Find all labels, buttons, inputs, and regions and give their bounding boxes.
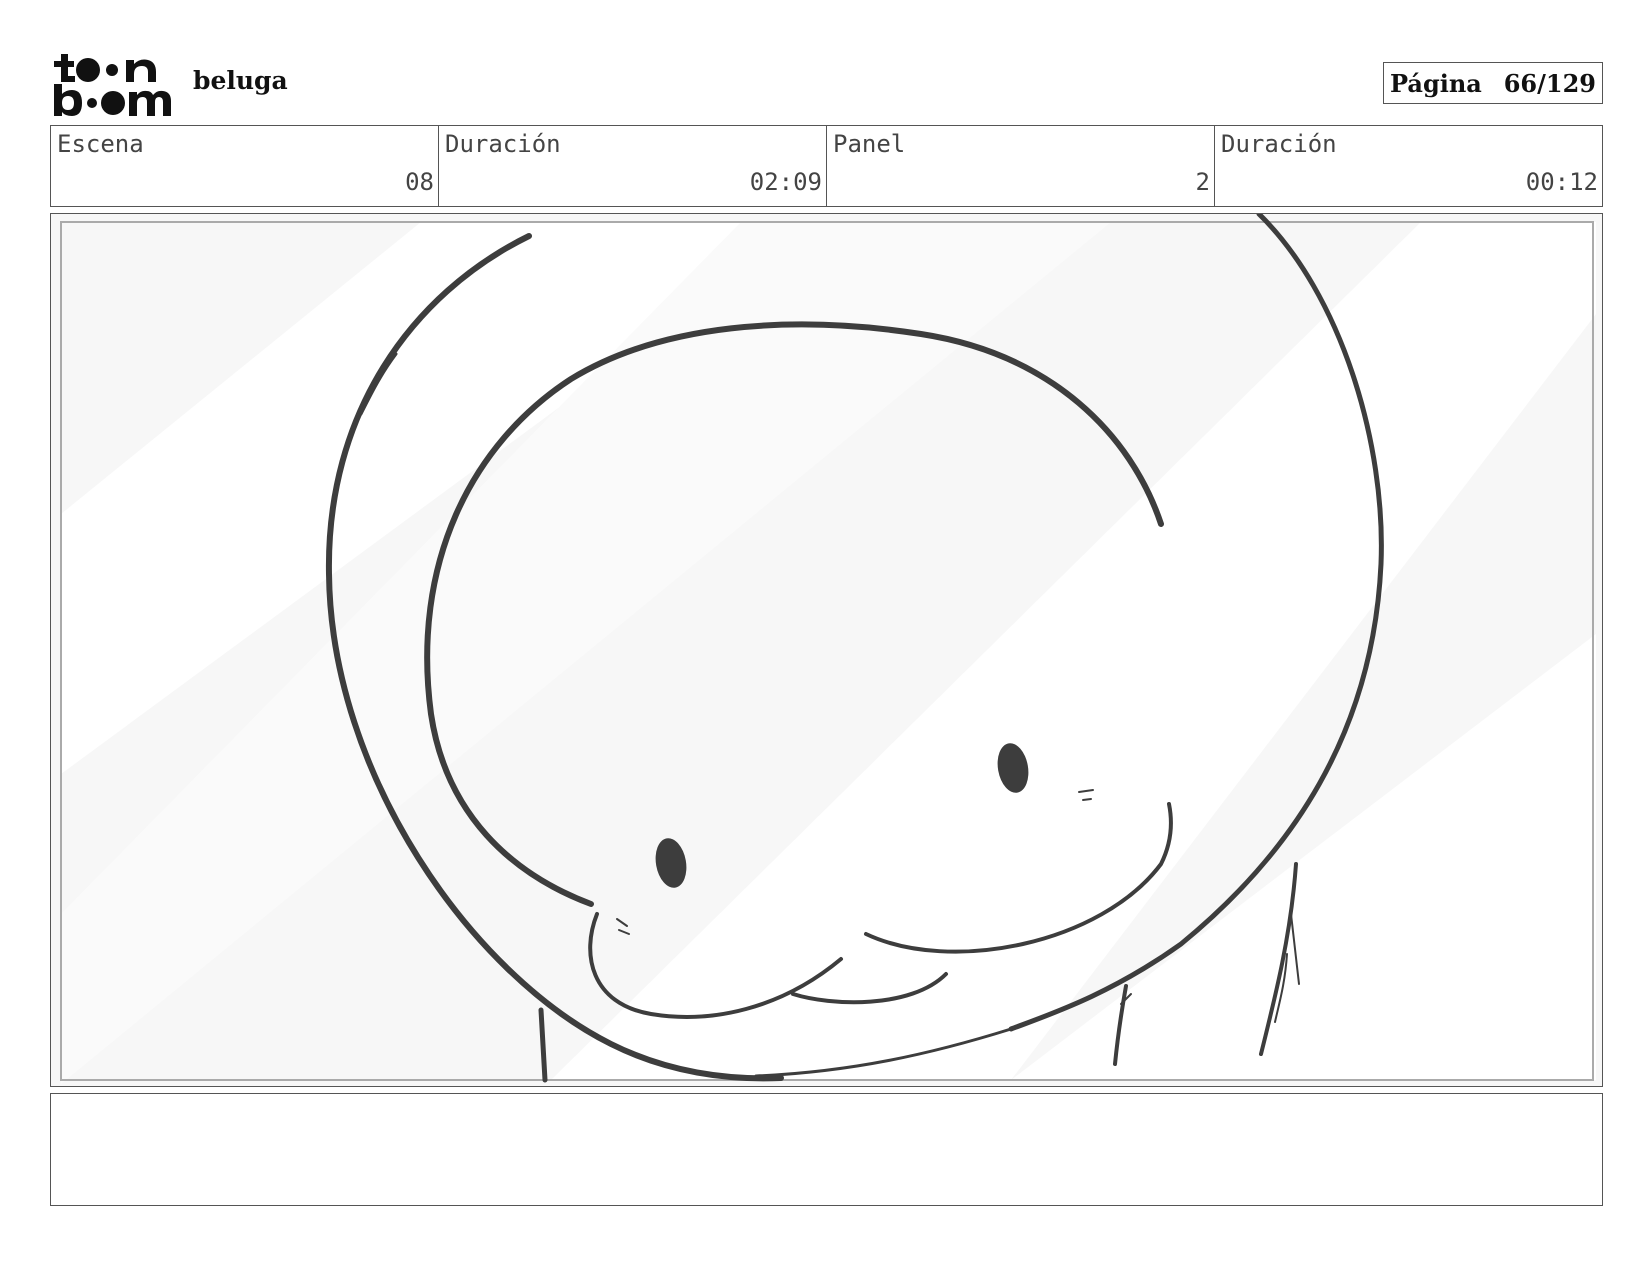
page-indicator: Página 66/129 <box>1383 62 1603 104</box>
scene-duration-cell: Duración 02:09 <box>439 126 827 206</box>
panel-info-row: Escena 08 Duración 02:09 Panel 2 Duració… <box>50 125 1603 207</box>
beluga-sketch <box>51 214 1602 1086</box>
panel-duration-label: Duración <box>1221 130 1337 158</box>
toon-boom-logo <box>54 54 171 116</box>
scene-duration-value: 02:09 <box>749 168 822 196</box>
panel-duration-value: 00:12 <box>1525 168 1598 196</box>
panel-notes <box>50 1093 1603 1206</box>
panel-cell: Panel 2 <box>827 126 1215 206</box>
page-number: 66/129 <box>1503 68 1596 98</box>
scene-label: Escena <box>57 130 144 158</box>
page-label: Página <box>1390 68 1482 98</box>
scene-value: 08 <box>405 168 434 196</box>
panel-label: Panel <box>833 130 906 158</box>
panel-value: 2 <box>1195 168 1210 196</box>
project-title: beluga <box>193 66 288 95</box>
scene-cell: Escena 08 <box>51 126 439 206</box>
storyboard-panel <box>50 213 1603 1087</box>
panel-duration-cell: Duración 00:12 <box>1215 126 1602 206</box>
scene-duration-label: Duración <box>445 130 561 158</box>
